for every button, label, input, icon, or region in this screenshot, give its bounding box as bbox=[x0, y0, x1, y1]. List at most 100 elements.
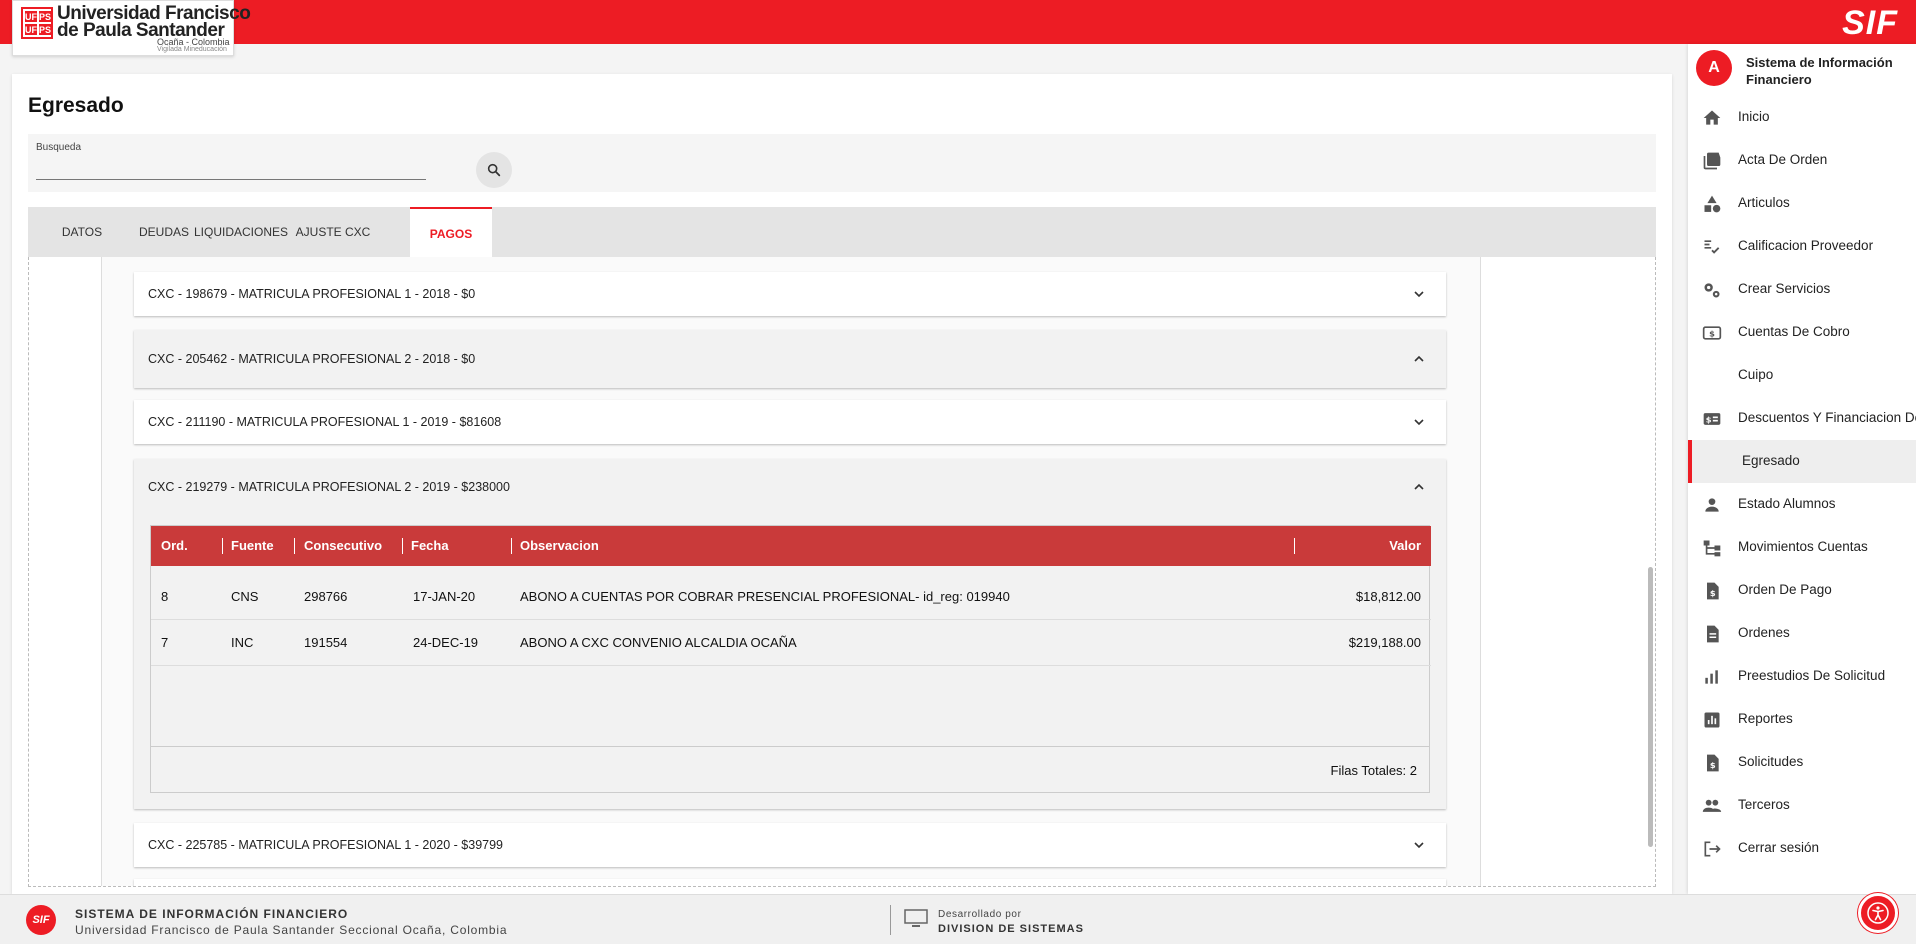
page-footer: SIF SISTEMA DE INFORMACIÓN FINANCIERO Un… bbox=[0, 894, 1916, 944]
sidebar-item-label: Movimientos Cuentas bbox=[1738, 539, 1868, 554]
panel-header[interactable]: CXC - 205462 - MATRICULA PROFESIONAL 2 -… bbox=[134, 330, 1446, 388]
sidebar-item-inicio[interactable]: Inicio bbox=[1688, 96, 1916, 139]
accordion-panel-expanded[interactable]: CXC - 219279 - MATRICULA PROFESIONAL 2 -… bbox=[134, 459, 1446, 809]
panel-title: CXC - 225785 - MATRICULA PROFESIONAL 1 -… bbox=[148, 838, 504, 852]
panel-header[interactable]: CXC - 198679 - MATRICULA PROFESIONAL 1 -… bbox=[134, 272, 1446, 316]
column-header-ord[interactable]: Ord. bbox=[161, 526, 188, 566]
accordion-panel-partial[interactable] bbox=[134, 879, 1446, 886]
sidebar-item-terceros[interactable]: Terceros bbox=[1688, 784, 1916, 827]
grid-footer: Filas Totales: 2 bbox=[151, 746, 1429, 792]
sidebar-item-orden-de-pago[interactable]: $ Orden De Pago bbox=[1688, 569, 1916, 612]
logo-line-4: Vigilada Mineducación bbox=[157, 46, 227, 53]
sidebar-item-crear-servicios[interactable]: Crear Servicios bbox=[1688, 268, 1916, 311]
column-header-consecutivo[interactable]: Consecutivo bbox=[304, 526, 382, 566]
svg-text:$: $ bbox=[1710, 760, 1716, 770]
column-header-fuente[interactable]: Fuente bbox=[231, 526, 274, 566]
column-separator bbox=[294, 538, 295, 554]
tree-icon bbox=[1703, 540, 1721, 557]
sidebar-item-descuentos[interactable]: $ Descuentos Y Financiacion De bbox=[1688, 397, 1916, 440]
report-icon bbox=[1704, 712, 1720, 728]
panel-title: CXC - 205462 - MATRICULA PROFESIONAL 2 -… bbox=[148, 352, 476, 366]
person-icon bbox=[1705, 498, 1719, 512]
sidebar-item-cuentas-de-cobro[interactable]: $ Cuentas De Cobro bbox=[1688, 311, 1916, 354]
sidebar-item-ordenes[interactable]: Ordenes bbox=[1688, 612, 1916, 655]
sidebar-item-label: Egresado bbox=[1742, 453, 1800, 468]
page-title: Egresado bbox=[28, 94, 124, 117]
cell-consecutivo: 298766 bbox=[304, 589, 348, 604]
app-name: Sistema de Información Financiero bbox=[1746, 55, 1893, 87]
sidebar-item-calificacion-proveedor[interactable]: Calificacion Proveedor bbox=[1688, 225, 1916, 268]
tab-ajuste-cxc[interactable]: AJUSTE CXC bbox=[290, 207, 376, 257]
accordion-panel[interactable]: CXC - 211190 - MATRICULA PROFESIONAL 1 -… bbox=[134, 400, 1446, 444]
money-icon: $ bbox=[1702, 326, 1722, 340]
cell-ord: 7 bbox=[161, 635, 169, 650]
sidebar-item-articulos[interactable]: Articulos bbox=[1688, 182, 1916, 225]
avatar[interactable]: A bbox=[1696, 50, 1732, 86]
sidebar-item-reportes[interactable]: Reportes bbox=[1688, 698, 1916, 741]
column-separator bbox=[511, 538, 512, 554]
logo-mark-cell: UF bbox=[25, 11, 37, 22]
sidebar-item-egresado[interactable]: Egresado bbox=[1688, 440, 1916, 483]
accordion-panel[interactable]: CXC - 198679 - MATRICULA PROFESIONAL 1 -… bbox=[134, 272, 1446, 316]
sidebar-item-movimientos-cuentas[interactable]: Movimientos Cuentas bbox=[1688, 526, 1916, 569]
university-logo[interactable]: UF PS UF PS Universidad Francisco de Pau… bbox=[12, 0, 251, 56]
chart-icon bbox=[1705, 670, 1718, 684]
sidebar-item-label: Descuentos Y Financiacion De bbox=[1738, 410, 1916, 425]
sidebar-item-label: Acta De Orden bbox=[1738, 152, 1828, 167]
table-row[interactable]: 8 CNS 298766 17-JAN-20 ABONO A CUENTAS P… bbox=[151, 574, 1431, 620]
sidebar-item-estado-alumnos[interactable]: Estado Alumnos bbox=[1688, 483, 1916, 526]
sidebar-item-cerrar-sesion[interactable]: Cerrar sesión bbox=[1688, 827, 1916, 870]
search-button[interactable] bbox=[476, 152, 512, 188]
logout-icon bbox=[1704, 841, 1721, 857]
panel-header[interactable]: CXC - 211190 - MATRICULA PROFESIONAL 1 -… bbox=[134, 400, 1446, 444]
sidebar-item-label: Cuipo bbox=[1738, 367, 1774, 382]
panel-title: CXC - 219279 - MATRICULA PROFESIONAL 2 -… bbox=[148, 480, 510, 494]
sidebar-item-preestudios[interactable]: Preestudios De Solicitud bbox=[1688, 655, 1916, 698]
panel-header[interactable]: CXC - 219279 - MATRICULA PROFESIONAL 2 -… bbox=[134, 459, 1446, 515]
cell-ord: 8 bbox=[161, 589, 169, 604]
grid-header: Ord. Fuente Consecutivo Fecha Observacio… bbox=[151, 526, 1431, 566]
shapes-icon bbox=[1704, 195, 1721, 213]
payments-grid: Ord. Fuente Consecutivo Fecha Observacio… bbox=[150, 525, 1431, 793]
table-row[interactable]: 7 INC 191554 24-DEC-19 ABONO A CXC CONVE… bbox=[151, 620, 1431, 666]
search-input[interactable] bbox=[36, 158, 426, 180]
sidebar-item-label: Terceros bbox=[1738, 797, 1790, 812]
main-card: Egresado Busqueda DATOS DEUDAS LIQUIDACI… bbox=[12, 74, 1672, 894]
chevron-down-icon bbox=[1414, 419, 1424, 426]
tab-deudas[interactable]: DEUDAS bbox=[136, 207, 192, 257]
file-icon bbox=[1707, 625, 1719, 643]
accordion-panel[interactable]: CXC - 205462 - MATRICULA PROFESIONAL 2 -… bbox=[134, 330, 1446, 388]
sif-brand: SIF bbox=[1842, 4, 1898, 42]
tab-pagos[interactable]: PAGOS bbox=[410, 207, 492, 257]
svg-text:$: $ bbox=[1706, 414, 1712, 424]
accordion-panel[interactable]: CXC - 225785 - MATRICULA PROFESIONAL 1 -… bbox=[134, 823, 1446, 867]
chevron-down-icon bbox=[1414, 842, 1424, 849]
column-header-valor[interactable]: Valor bbox=[1389, 526, 1421, 566]
column-header-observacion[interactable]: Observacion bbox=[520, 526, 599, 566]
column-header-fecha[interactable]: Fecha bbox=[411, 526, 449, 566]
footer-title: SISTEMA DE INFORMACIÓN FINANCIERO bbox=[75, 907, 349, 921]
tab-liquidaciones[interactable]: LIQUIDACIONES bbox=[192, 207, 290, 257]
content-scrollbar[interactable] bbox=[1648, 567, 1653, 847]
column-separator bbox=[1294, 538, 1295, 554]
tab-datos[interactable]: DATOS bbox=[28, 207, 136, 257]
documents-icon bbox=[1703, 152, 1721, 170]
cell-observacion: ABONO A CXC CONVENIO ALCALDIA OCAÑA bbox=[520, 635, 797, 650]
rating-icon bbox=[1704, 240, 1720, 254]
svg-text:$: $ bbox=[1710, 588, 1716, 598]
cell-fuente: INC bbox=[231, 635, 254, 650]
cell-fecha: 24-DEC-19 bbox=[413, 635, 479, 650]
gears-icon bbox=[1704, 283, 1720, 298]
top-bar: SIF bbox=[0, 0, 1916, 44]
cell-observacion: ABONO A CUENTAS POR COBRAR PRESENCIAL PR… bbox=[520, 589, 1010, 604]
sidebar-item-label: Articulos bbox=[1738, 195, 1790, 210]
sidebar-item-label: Cerrar sesión bbox=[1738, 840, 1820, 855]
sidebar-item-solicitudes[interactable]: $ Solicitudes bbox=[1688, 741, 1916, 784]
sidebar-item-cuipo[interactable]: Cuipo bbox=[1688, 354, 1916, 397]
payments-accordion: CXC - 198679 - MATRICULA PROFESIONAL 1 -… bbox=[101, 257, 1481, 886]
panel-header[interactable]: CXC - 225785 - MATRICULA PROFESIONAL 1 -… bbox=[134, 823, 1446, 867]
total-rows-label: Filas Totales: 2 bbox=[1330, 763, 1417, 778]
accessibility-button[interactable] bbox=[1858, 893, 1898, 933]
sidebar-item-acta-de-orden[interactable]: Acta De Orden bbox=[1688, 139, 1916, 182]
sidebar-item-label: Solicitudes bbox=[1738, 754, 1804, 769]
